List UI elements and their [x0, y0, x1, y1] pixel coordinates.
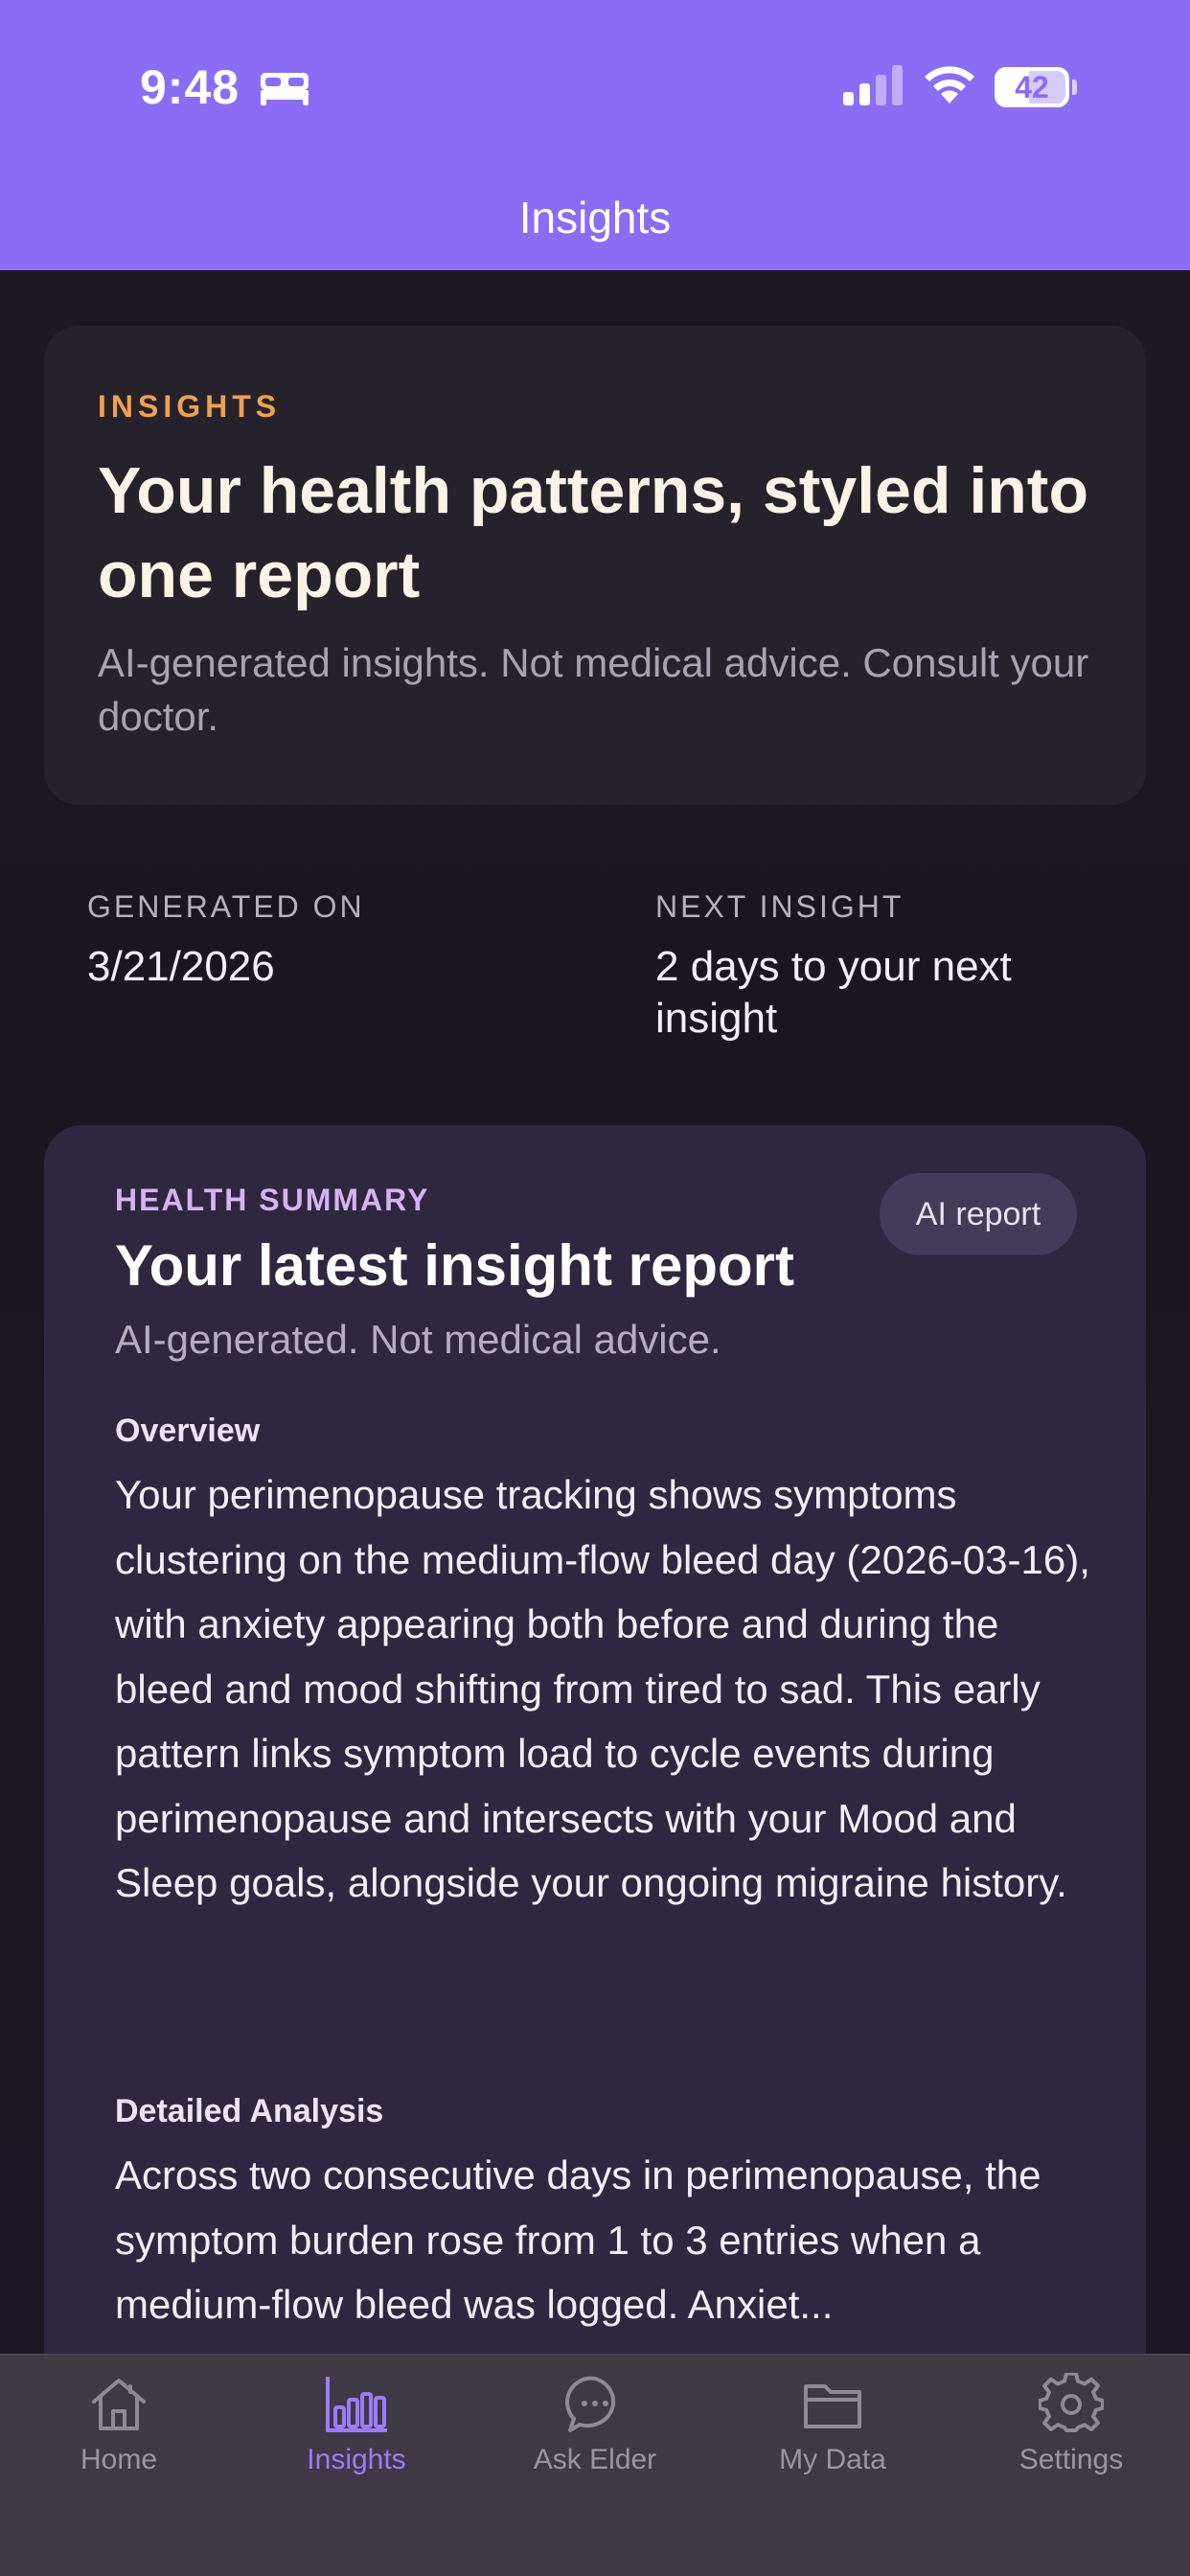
- bar-chart-icon: [326, 2377, 387, 2432]
- next-insight-label: NEXT INSIGHT: [655, 889, 904, 924]
- signal-icon: [843, 65, 903, 105]
- home-icon: [92, 2379, 146, 2430]
- intro-eyebrow: INSIGHTS: [98, 389, 282, 424]
- tab-my-data[interactable]: My Data: [714, 2356, 951, 2499]
- summary-disclaimer: AI-generated. Not medical advice.: [115, 1317, 721, 1362]
- next-insight-value: 2 days to your next insight: [655, 943, 1012, 1042]
- tab-ask-elder-label: Ask Elder: [533, 2444, 657, 2475]
- tab-settings-label: Settings: [1018, 2444, 1124, 2475]
- insights-scroll-area[interactable]: INSIGHTS Your health patterns, styled in…: [0, 270, 1190, 2354]
- health-summary-card[interactable]: HEALTH SUMMARY AI report Your latest ins…: [44, 1125, 1146, 2354]
- detailed-analysis-text: Across two consecutive days in perimenop…: [115, 2152, 1041, 2327]
- tab-my-data-label: My Data: [779, 2444, 886, 2475]
- tab-home[interactable]: Home: [0, 2356, 238, 2499]
- text-fade-overlay: [44, 2321, 1146, 2354]
- chat-bubble-icon: [565, 2376, 616, 2432]
- top-bar: 9:48 42 Insights: [0, 0, 1190, 270]
- gear-icon: [1039, 2373, 1104, 2432]
- battery-level: 42: [1015, 69, 1049, 104]
- overview-heading: Overview: [115, 1413, 261, 1449]
- wifi-icon: [925, 66, 974, 104]
- page-title: Insights: [518, 193, 672, 242]
- generated-on-value: 3/21/2026: [87, 943, 275, 990]
- tab-insights[interactable]: Insights: [238, 2356, 475, 2499]
- folder-icon: [804, 2384, 861, 2428]
- bed-icon: [261, 73, 309, 105]
- tab-settings[interactable]: Settings: [952, 2356, 1190, 2499]
- tab-insights-label: Insights: [307, 2444, 406, 2475]
- battery-icon: 42: [995, 67, 1077, 107]
- overview-text: Your perimenopause tracking shows sympto…: [115, 1472, 1090, 1905]
- tab-ask-elder[interactable]: Ask Elder: [476, 2356, 714, 2499]
- status-time: 9:48: [140, 60, 240, 114]
- intro-card: INSIGHTS Your health patterns, styled in…: [44, 326, 1146, 805]
- summary-eyebrow: HEALTH SUMMARY: [115, 1183, 430, 1217]
- tab-home-label: Home: [80, 2444, 158, 2475]
- intro-title: Your health patterns, styled into one re…: [98, 454, 1088, 611]
- generated-on-label: GENERATED ON: [87, 889, 365, 924]
- intro-disclaimer: AI-generated insights. Not medical advic…: [98, 640, 1089, 739]
- detailed-analysis-heading: Detailed Analysis: [115, 2093, 384, 2129]
- ai-report-badge: AI report: [880, 1173, 1077, 1255]
- home-indicator: [399, 2540, 791, 2553]
- summary-title: Your latest insight report: [115, 1233, 794, 1298]
